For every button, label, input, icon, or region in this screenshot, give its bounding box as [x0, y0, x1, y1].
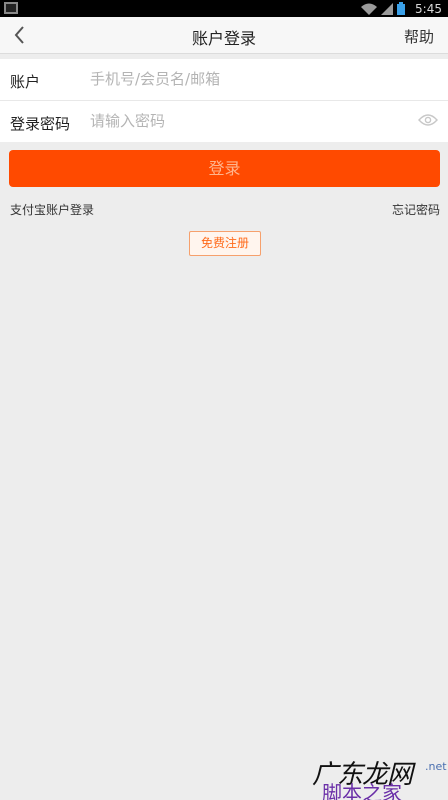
password-row: 登录密码: [0, 100, 448, 141]
register-button[interactable]: 免费注册: [189, 231, 261, 256]
watermark-net: .net: [425, 760, 447, 773]
watermark-sub: 脚本之家: [322, 781, 402, 800]
status-bar: 5:45: [0, 0, 448, 17]
account-row: 账户: [0, 59, 448, 100]
login-button[interactable]: 登录: [9, 150, 440, 187]
notification-icon: [4, 2, 18, 14]
title-bar: 账户登录 帮助: [0, 17, 448, 54]
help-button[interactable]: 帮助: [404, 26, 434, 47]
password-input[interactable]: [90, 107, 390, 135]
login-form: 账户 登录密码: [0, 59, 448, 142]
status-time: 5:45: [415, 1, 442, 16]
signal-icon: [381, 2, 394, 15]
account-input[interactable]: [90, 65, 390, 93]
forgot-password-link[interactable]: 忘记密码: [392, 201, 440, 218]
password-label: 登录密码: [10, 115, 71, 133]
alipay-login-link[interactable]: 支付宝账户登录: [10, 201, 94, 218]
account-label: 账户: [10, 73, 41, 91]
eye-icon[interactable]: [418, 113, 438, 127]
wifi-icon: [361, 3, 378, 15]
battery-icon: [397, 2, 406, 15]
watermark: 广东龙网 .net 脚本之家: [300, 752, 448, 800]
page-title: 账户登录: [191, 29, 256, 48]
